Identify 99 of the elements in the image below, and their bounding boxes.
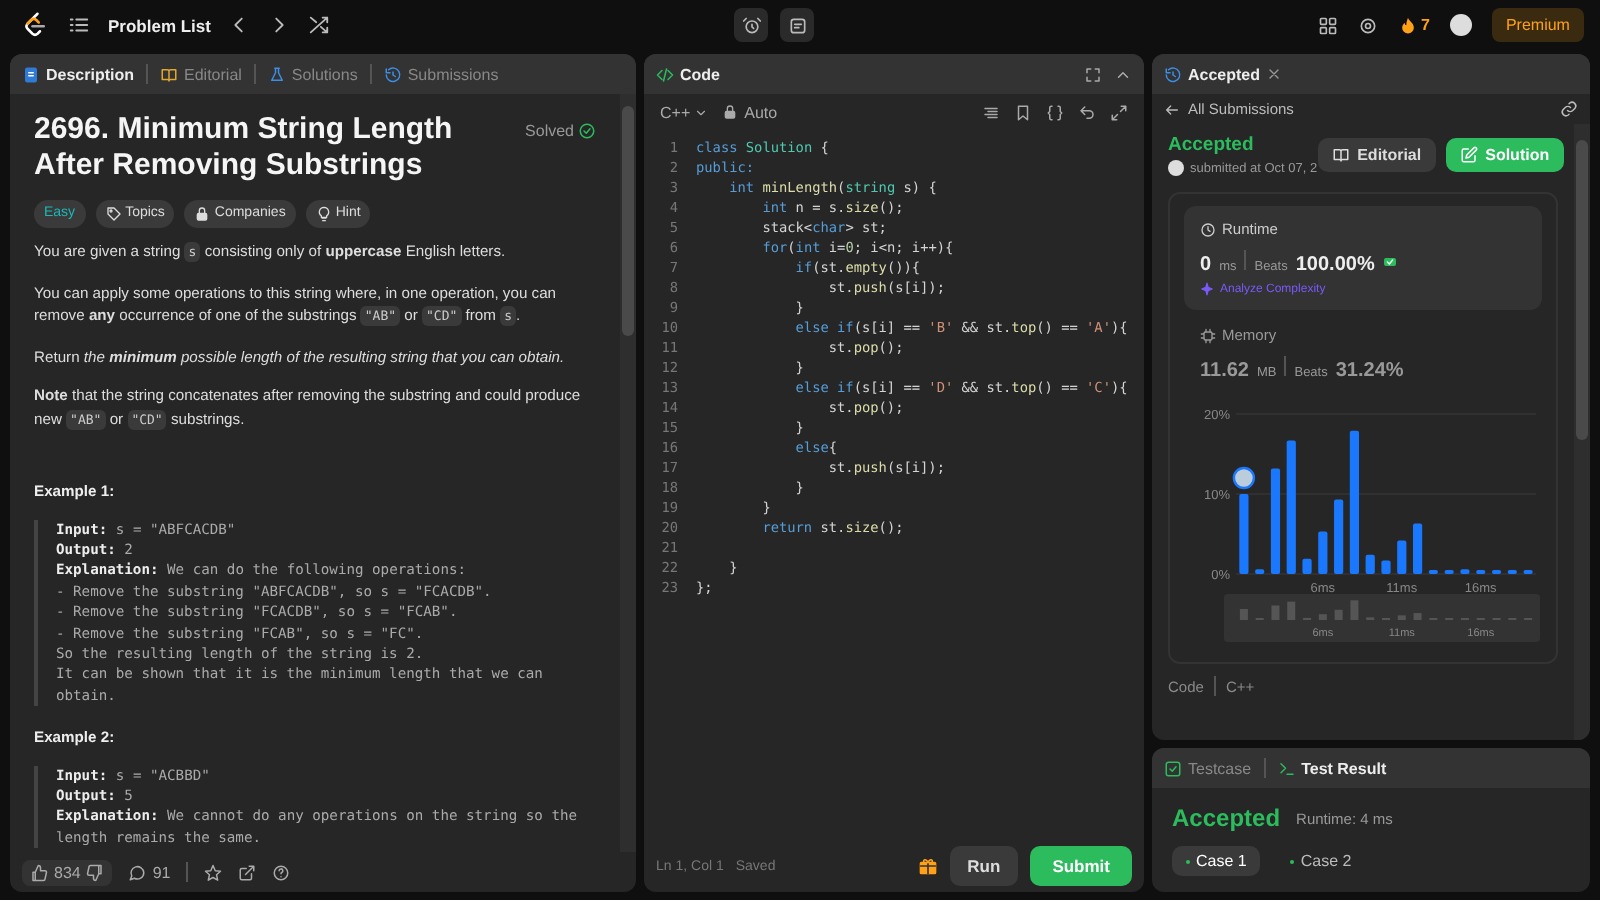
avatar[interactable]	[1449, 14, 1472, 36]
expand-icon[interactable]	[1084, 65, 1102, 83]
flask-icon	[267, 65, 286, 83]
memory-beats: 31.24%	[1335, 360, 1404, 382]
histogram-bar[interactable]	[1255, 569, 1265, 574]
tab[interactable]: Solutions	[267, 65, 358, 83]
histogram-bar[interactable]	[1286, 440, 1296, 574]
navigator-bar	[1350, 600, 1359, 620]
comment-icon	[128, 863, 147, 881]
solved-status: Solved	[525, 120, 596, 143]
tab[interactable]: Description	[22, 65, 135, 83]
gift-icon[interactable]	[917, 856, 938, 876]
tab[interactable]: Editorial	[160, 65, 242, 83]
histogram-bar[interactable]	[1334, 499, 1344, 574]
clock-icon	[1200, 221, 1216, 237]
tab[interactable]: Test Result	[1277, 759, 1387, 777]
result-status: Accepted	[1172, 804, 1281, 832]
shuffle-icon[interactable]	[308, 14, 331, 36]
flame-icon	[1397, 15, 1418, 35]
chevron-down-icon	[694, 105, 709, 119]
histogram-bar[interactable]	[1365, 554, 1375, 574]
alarm-clock-icon	[741, 15, 761, 35]
badge-icon	[1382, 254, 1399, 270]
grid-icon[interactable]	[1317, 15, 1338, 35]
document-icon	[22, 65, 40, 83]
navigator-bar	[1413, 613, 1422, 620]
share-icon[interactable]	[238, 863, 257, 881]
histogram-bar[interactable]	[1318, 531, 1328, 574]
notes-button[interactable]	[780, 8, 814, 42]
list-icon[interactable]	[68, 14, 90, 36]
result-tab[interactable]: Accepted	[1164, 65, 1283, 83]
comments-count[interactable]: 91	[128, 863, 171, 881]
code-icon	[656, 65, 674, 83]
submission-status: Accepted	[1168, 134, 1256, 156]
note-icon	[787, 15, 807, 35]
chip-icon	[1200, 327, 1216, 343]
histogram-bar[interactable]	[1397, 540, 1407, 574]
lightbulb-icon	[315, 206, 332, 222]
histogram-bar[interactable]	[1460, 569, 1470, 574]
terminal-icon	[1277, 759, 1296, 777]
premium-button[interactable]: Premium	[1491, 8, 1584, 42]
check-circle-icon	[578, 122, 596, 141]
star-icon[interactable]	[204, 863, 223, 881]
case-tab[interactable]: Case 2	[1276, 846, 1366, 876]
lock-icon	[194, 206, 211, 222]
help-icon[interactable]	[272, 863, 291, 881]
timer-button[interactable]	[734, 8, 768, 42]
book-icon	[160, 65, 179, 83]
like-button[interactable]: 834	[22, 859, 113, 885]
auto-mode[interactable]: Auto	[722, 103, 778, 121]
tag-icon	[105, 206, 122, 222]
braces-icon[interactable]	[1046, 103, 1064, 121]
nav-title[interactable]: Problem List	[108, 15, 211, 35]
histogram-bar[interactable]	[1270, 468, 1281, 574]
histogram-bar[interactable]	[1381, 560, 1391, 574]
histogram-bar[interactable]	[1349, 430, 1359, 574]
settings-icon[interactable]	[1357, 15, 1378, 35]
histogram-bar[interactable]	[1239, 494, 1249, 574]
user-avatar-marker	[1232, 466, 1256, 490]
run-button[interactable]: Run	[949, 846, 1019, 886]
history-icon	[1164, 65, 1182, 83]
format-icon[interactable]	[982, 103, 1000, 121]
sparkle-icon	[1200, 282, 1214, 296]
edit-icon	[1459, 146, 1478, 164]
tab[interactable]: Submissions	[383, 65, 499, 83]
scrollbar[interactable]	[1574, 124, 1590, 740]
navigator-bar	[1334, 609, 1343, 620]
memory-value: 11.62	[1200, 360, 1249, 382]
logo-icon[interactable]	[20, 10, 50, 40]
tab[interactable]: Testcase	[1164, 759, 1252, 777]
code-tab[interactable]: Code	[656, 65, 720, 83]
thumbs-up-icon	[30, 863, 48, 881]
check-square-icon	[1164, 759, 1182, 777]
navigator-bar	[1287, 601, 1296, 620]
back-arrow-icon	[1164, 101, 1180, 117]
navigator-bar	[1239, 609, 1248, 620]
language-select[interactable]: C++	[660, 103, 709, 121]
navigator-bar	[1397, 615, 1406, 620]
case-tab[interactable]: Case 1	[1172, 846, 1261, 876]
streak-count[interactable]: 7	[1397, 15, 1430, 35]
problem-title: 2696. Minimum String Length After Removing Substrings	[34, 112, 455, 184]
fullscreen-icon[interactable]	[1110, 103, 1128, 121]
history-icon	[383, 65, 402, 83]
runtime-value: 0	[1200, 254, 1212, 276]
book-icon	[1331, 146, 1350, 164]
editorial-button[interactable]: Editorial	[1317, 138, 1436, 172]
link-icon[interactable]	[1560, 100, 1578, 118]
histogram-bar[interactable]	[1302, 558, 1312, 574]
lock-icon	[722, 104, 739, 120]
undo-icon[interactable]	[1078, 103, 1096, 121]
thumbs-down-icon	[86, 863, 105, 881]
navigator-bar	[1318, 614, 1327, 620]
runtime-beats: 100.00%	[1295, 254, 1375, 276]
histogram-bar[interactable]	[1413, 523, 1423, 574]
close-icon	[1266, 66, 1283, 82]
navigator-bar	[1271, 605, 1280, 620]
avatar	[1168, 160, 1184, 176]
scrollbar[interactable]	[620, 94, 636, 852]
bookmark-icon[interactable]	[1014, 103, 1032, 121]
